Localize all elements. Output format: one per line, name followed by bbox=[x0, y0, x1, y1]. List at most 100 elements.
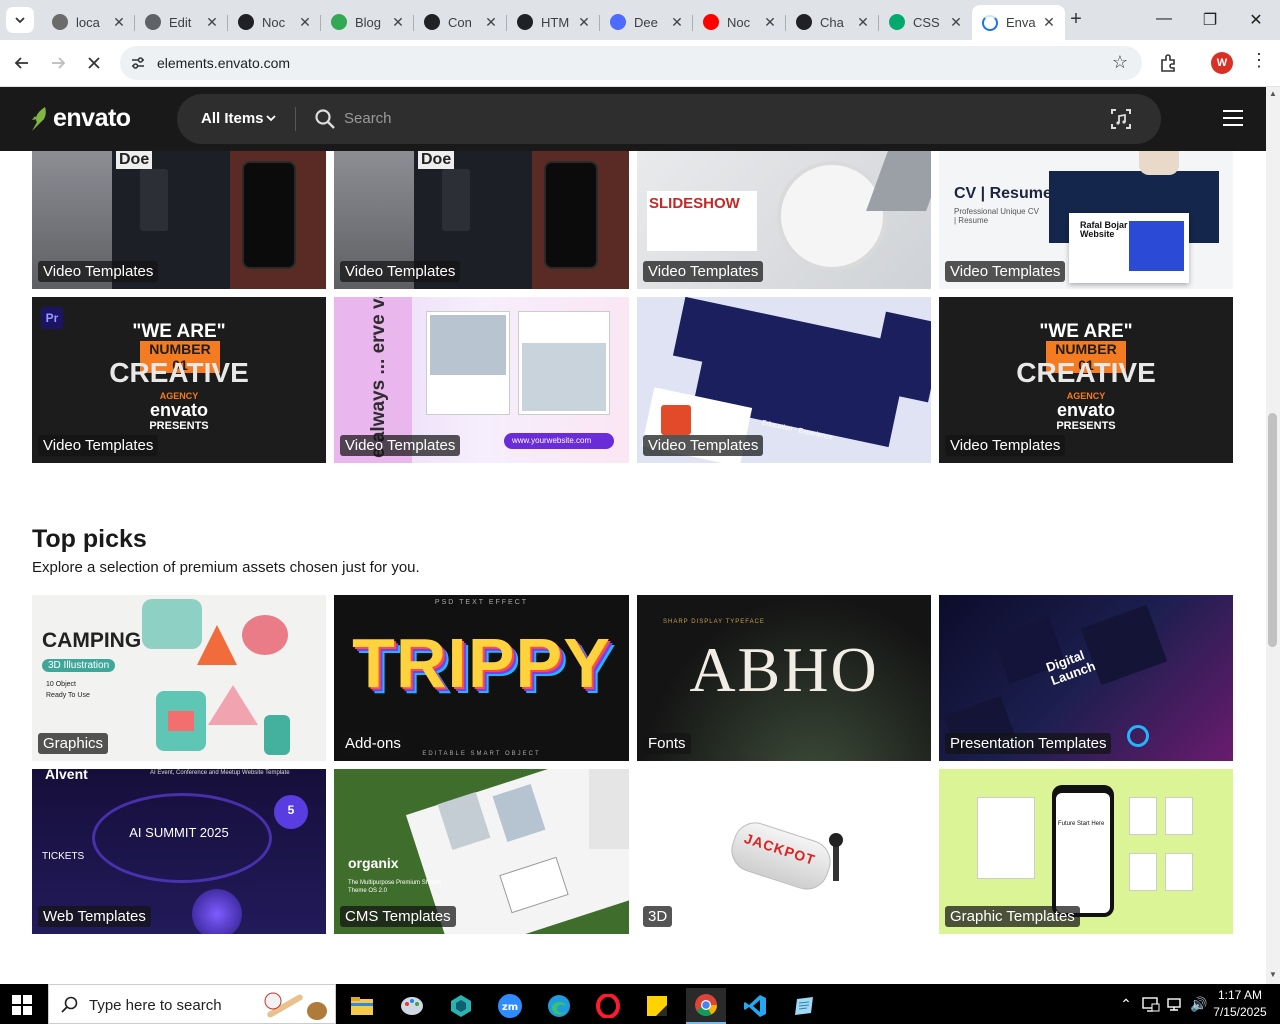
browser-tab[interactable]: Dee ✕ bbox=[600, 7, 693, 37]
scrollbar-thumb[interactable] bbox=[1268, 413, 1277, 647]
file-explorer-taskbar-icon[interactable] bbox=[342, 988, 382, 1024]
restore-button[interactable]: ❐ bbox=[1200, 10, 1220, 30]
close-window-button[interactable]: ✕ bbox=[1246, 10, 1266, 30]
profile-avatar[interactable]: W bbox=[1211, 52, 1233, 74]
wifi-icon[interactable] bbox=[1166, 996, 1184, 1012]
asset-card[interactable]: Doe Video Templates bbox=[32, 151, 326, 289]
minimize-button[interactable]: — bbox=[1154, 10, 1174, 28]
url-text: elements.envato.com bbox=[157, 55, 291, 71]
asset-card[interactable]: SLIDESHOW Video Templates bbox=[637, 151, 931, 289]
tab-title: Con bbox=[448, 14, 472, 30]
tab-close-icon[interactable]: ✕ bbox=[669, 14, 685, 31]
tab-close-icon[interactable]: ✕ bbox=[204, 14, 220, 31]
asset-card[interactable]: Future Start Here Graphic Templates bbox=[939, 769, 1233, 934]
browser-tab[interactable]: Edit ✕ bbox=[135, 7, 228, 37]
tab-close-icon[interactable]: ✕ bbox=[1041, 14, 1057, 31]
tab-title: Blog bbox=[355, 14, 382, 30]
scroll-up-arrow-icon[interactable]: ▲ bbox=[1268, 90, 1278, 98]
asset-card[interactable]: CAMPING 3D Illustration 10 Object Ready … bbox=[32, 595, 326, 761]
envato-search-bar[interactable]: All Items Search bbox=[177, 94, 1161, 144]
chevron-up-icon[interactable]: ⌃ bbox=[1117, 996, 1135, 1013]
tab-list: loca ✕ Edit ✕ Noc ✕ Blog ✕ Con ✕ HTM ✕ Dee ✕ Noc ✕ Cha ✕ C… bbox=[42, 5, 1065, 40]
taskbar-search-box[interactable]: Type here to search bbox=[48, 984, 336, 1024]
tab-close-icon[interactable]: ✕ bbox=[483, 14, 499, 31]
scroll-down-arrow-icon[interactable]: ▼ bbox=[1268, 971, 1278, 979]
asset-card[interactable]: organix The Multipurpose Premium Shopify… bbox=[334, 769, 629, 934]
browser-tab[interactable]: CSS ✕ bbox=[879, 7, 972, 37]
tab-close-icon[interactable]: ✕ bbox=[111, 14, 127, 31]
paint-taskbar-icon[interactable] bbox=[392, 988, 432, 1024]
asset-card[interactable]: e always ... erve various igital brands.… bbox=[334, 297, 629, 463]
asset-card[interactable]: PSD TEXT EFFECT TRIPPY EDITABLE SMART OB… bbox=[334, 595, 629, 761]
vscode-taskbar-icon[interactable] bbox=[735, 988, 775, 1024]
category-label: Graphic Templates bbox=[945, 906, 1080, 927]
new-tab-button[interactable]: + bbox=[1064, 8, 1088, 32]
windows-start-icon[interactable] bbox=[12, 995, 32, 1015]
asset-card[interactable]: JACKPOT 3D bbox=[637, 769, 931, 934]
back-button[interactable] bbox=[10, 51, 34, 75]
card-title: AI SUMMIT 2025 bbox=[129, 825, 229, 840]
card-line: envato bbox=[149, 400, 209, 420]
search-input[interactable]: Search bbox=[344, 110, 392, 127]
divider bbox=[295, 107, 296, 131]
envato-logo[interactable]: envato bbox=[31, 104, 131, 133]
app-hex-taskbar-icon[interactable] bbox=[441, 988, 481, 1024]
browser-tab[interactable]: Con ✕ bbox=[414, 7, 507, 37]
globe-icon bbox=[145, 14, 161, 30]
taskbar-clock[interactable]: 1:17 AM 7/15/2025 bbox=[1210, 987, 1270, 1021]
arrow-right-icon bbox=[52, 57, 66, 69]
chrome-taskbar-icon[interactable] bbox=[686, 988, 726, 1024]
browser-tab[interactable]: Noc ✕ bbox=[693, 7, 786, 37]
card-tag: 3D Illustration bbox=[42, 659, 116, 672]
card-line: CREATIVE bbox=[1016, 357, 1156, 388]
browser-tab[interactable]: Blog ✕ bbox=[321, 7, 414, 37]
category-label: Presentation Templates bbox=[945, 733, 1112, 754]
category-label: Video Templates bbox=[945, 261, 1066, 282]
asset-card[interactable]: CV | Resume Professional Unique CV | Res… bbox=[939, 151, 1233, 289]
section-title: Top picks bbox=[32, 525, 147, 553]
category-label: Video Templates bbox=[643, 261, 764, 282]
asset-card[interactable]: Doe Video Templates bbox=[334, 151, 629, 289]
hamburger-menu-icon[interactable] bbox=[1223, 110, 1243, 131]
tab-close-icon[interactable]: ✕ bbox=[855, 14, 871, 31]
asset-card[interactable]: SHARP DISPLAY TYPEFACE ABHO Fonts bbox=[637, 595, 931, 761]
forward-button[interactable] bbox=[46, 51, 70, 75]
tab-close-icon[interactable]: ✕ bbox=[390, 14, 406, 31]
site-settings-icon[interactable] bbox=[130, 55, 146, 71]
zoom-taskbar-icon[interactable]: zm bbox=[490, 988, 530, 1024]
asset-card[interactable]: Education - Experience Video Templates bbox=[637, 297, 931, 463]
volume-icon[interactable]: 🔊 bbox=[1190, 996, 1208, 1013]
asset-card[interactable]: Pr "WE ARE" NUMBER 01 CREATIVE AGENCY en… bbox=[32, 297, 326, 463]
edge-taskbar-icon[interactable] bbox=[539, 988, 579, 1024]
card-line: PRESENTS bbox=[149, 420, 209, 432]
sticky-notes-taskbar-icon[interactable] bbox=[637, 988, 677, 1024]
browser-menu-icon[interactable]: ⋮ bbox=[1250, 50, 1268, 71]
browser-tab[interactable]: loca ✕ bbox=[42, 7, 135, 37]
tab-search-button[interactable] bbox=[6, 7, 34, 33]
asset-card[interactable]: "WE ARE" NUMBER 01 CREATIVE AGENCY envat… bbox=[939, 297, 1233, 463]
network-status-icon[interactable] bbox=[1142, 996, 1160, 1012]
notepad-taskbar-icon[interactable] bbox=[784, 988, 824, 1024]
address-bar[interactable]: elements.envato.com ☆ bbox=[120, 46, 1142, 80]
taskbar-search-input[interactable]: Type here to search bbox=[89, 997, 222, 1014]
card-title: CV | Resume bbox=[954, 185, 1052, 202]
browser-tab[interactable]: HTM ✕ bbox=[507, 7, 600, 37]
asset-card[interactable]: Digital Launch Presentation Templates bbox=[939, 595, 1233, 761]
category-dropdown[interactable]: All Items bbox=[201, 110, 264, 127]
browser-tab[interactable]: Noc ✕ bbox=[228, 7, 321, 37]
browser-tab[interactable]: Enva ✕ bbox=[972, 5, 1065, 40]
chevron-down-icon bbox=[266, 115, 276, 122]
asset-card[interactable]: Alvent AI Event, Conference and Meetup W… bbox=[32, 769, 326, 934]
bookmark-star-icon[interactable]: ☆ bbox=[1112, 52, 1128, 73]
category-label: Video Templates bbox=[643, 435, 764, 456]
tab-close-icon[interactable]: ✕ bbox=[297, 14, 313, 31]
tab-title: Noc bbox=[727, 14, 751, 30]
opera-taskbar-icon[interactable] bbox=[588, 988, 628, 1024]
tab-close-icon[interactable]: ✕ bbox=[762, 14, 778, 31]
stop-loading-button[interactable] bbox=[82, 51, 106, 75]
extensions-icon[interactable] bbox=[1158, 52, 1180, 74]
tab-close-icon[interactable]: ✕ bbox=[576, 14, 592, 31]
image-search-icon[interactable] bbox=[1109, 107, 1133, 131]
tab-close-icon[interactable]: ✕ bbox=[948, 14, 964, 31]
browser-tab[interactable]: Cha ✕ bbox=[786, 7, 879, 37]
